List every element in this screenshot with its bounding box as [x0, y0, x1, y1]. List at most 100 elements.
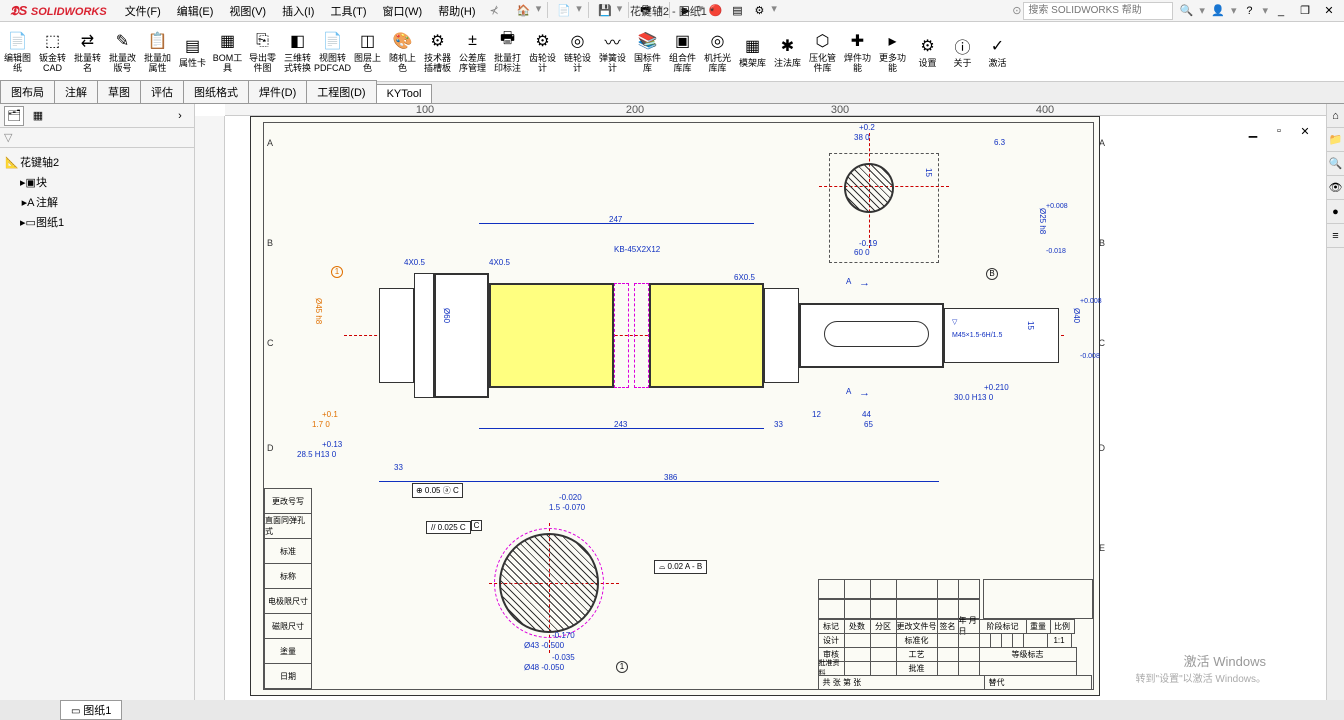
close-button[interactable]: ✕ [1318, 2, 1340, 20]
menu-view[interactable]: 视图(V) [221, 0, 274, 22]
menu-help[interactable]: 帮助(H) [430, 0, 483, 22]
taskpane-tab-appearance[interactable]: ● [1327, 200, 1344, 224]
ribbon-button[interactable]: 〰弹簧设计 [595, 22, 630, 81]
ribbon-button[interactable]: ⬚钣金转CAD [35, 22, 70, 81]
ribbon-button[interactable]: ⬡压化管件库 [805, 22, 840, 81]
ribbon-button[interactable]: ⇄批量转名 [70, 22, 105, 81]
mdi-max-icon[interactable]: ▫ [1268, 122, 1290, 140]
commandmanager-tab[interactable]: 注解 [54, 80, 98, 103]
save-icon[interactable]: 💾 [595, 2, 615, 20]
configurations-tab-icon[interactable]: ▦ [28, 106, 48, 126]
ribbon-button[interactable]: ▸更多功能 [875, 22, 910, 81]
ribbon-button[interactable]: ▤ 属性卡 [175, 22, 210, 81]
ribbon-button[interactable]: ⚙设置 [910, 22, 945, 81]
tree-root[interactable]: 📐 花键轴2 [4, 152, 190, 172]
menu-pin-icon[interactable]: ⊀ [490, 4, 499, 17]
drawing-icon: 📐 [4, 156, 20, 169]
zone-label: B [267, 238, 273, 248]
dimension: ▽ [952, 318, 957, 326]
settings-icon[interactable]: ⚙ [749, 2, 769, 20]
ribbon-button[interactable]: ▦模架库 [735, 22, 770, 81]
dimension: 1.5 -0.070 [549, 503, 585, 512]
commandmanager-tab[interactable]: 草图 [97, 80, 141, 103]
ribbon-button[interactable]: ▦BOM工具 [210, 22, 245, 81]
menu-edit[interactable]: 编辑(E) [169, 0, 222, 22]
rev-row: 电极限尺寸 [264, 588, 312, 614]
ribbon-label: 组合件库库 [667, 54, 698, 74]
ribbon-button[interactable]: ◫图层上色 [350, 22, 385, 81]
ribbon-button[interactable]: 📚国标件库 [630, 22, 665, 81]
ribbon-button[interactable]: ±公差库序管理 [455, 22, 490, 81]
ribbon-button[interactable]: ◎机托光库库 [700, 22, 735, 81]
ribbon-button[interactable]: ✎批量改版号 [105, 22, 140, 81]
search-go-icon[interactable]: 🔍 [1175, 2, 1197, 20]
drawing-canvas[interactable]: 100 200 300 400 ⤢ 🔍 ↶ ◐ ▭ 👁 ◯ ▁ ▫ ✕ [195, 104, 1326, 700]
menu-window[interactable]: 窗口(W) [375, 0, 431, 22]
dimension-line [379, 481, 939, 482]
menu-insert[interactable]: 插入(I) [274, 0, 322, 22]
ribbon-button[interactable]: ◧三维转式转换 [280, 22, 315, 81]
ribbon-button[interactable]: ⚙技术器插槽板 [420, 22, 455, 81]
ribbon-label: 国标件库 [632, 54, 663, 74]
ribbon-button[interactable]: 📋批量加属性 [140, 22, 175, 81]
mdi-min-icon[interactable]: ▁ [1242, 122, 1264, 140]
commandmanager-tab[interactable]: KYTool [376, 84, 433, 103]
ribbon-button[interactable]: ◎链轮设计 [560, 22, 595, 81]
filter-icon[interactable]: ▽ [4, 131, 12, 144]
menu-tools[interactable]: 工具(T) [322, 0, 374, 22]
taskpane-tab-view[interactable]: 👁 [1327, 176, 1344, 200]
dimension-tol: +0.008 [1046, 203, 1068, 210]
dimension-tol: -0.018 [1046, 248, 1066, 255]
taskpane-tab-custom[interactable]: ≡ [1327, 224, 1344, 248]
vertical-ruler [195, 116, 225, 700]
help-icon[interactable]: ? [1238, 2, 1260, 20]
shaft-segment-spline [649, 283, 764, 388]
ribbon-label: 机托光库库 [702, 54, 733, 74]
sheet-tab[interactable]: ▭ 图纸1 [60, 700, 122, 720]
ribbon-button[interactable]: ✓激活 [980, 22, 1015, 81]
menu-file[interactable]: 文件(F) [117, 0, 169, 22]
minimize-button[interactable]: _ [1270, 2, 1292, 20]
ribbon-button[interactable]: ⓘ关于 [945, 22, 980, 81]
mdi-close-icon[interactable]: ✕ [1294, 122, 1316, 140]
ribbon-icon: ▤ [181, 35, 205, 57]
commandmanager-tab[interactable]: 焊件(D) [248, 80, 307, 103]
commandmanager-tab[interactable]: 图布局 [0, 80, 55, 103]
new-icon[interactable]: 📄 [554, 2, 574, 20]
tree-sheet1[interactable]: ▸▭ 图纸1 [4, 212, 190, 232]
ribbon-icon: ▸ [881, 30, 905, 52]
ribbon-label: 属性卡 [179, 59, 206, 69]
ribbon-icon: 〰 [601, 30, 625, 52]
tree-blocks[interactable]: ▸▣ 块 [4, 172, 190, 192]
commandmanager-tab[interactable]: 工程图(D) [306, 80, 376, 103]
ribbon-icon: 📄 [321, 30, 345, 52]
windows-watermark-sub: 转到"设置"以激活 Windows。 [1136, 670, 1266, 685]
ribbon-button[interactable]: ✱注法库 [770, 22, 805, 81]
help-search-input[interactable] [1023, 2, 1173, 20]
panel-expand-icon[interactable]: › [170, 106, 190, 126]
dimension: 15 [924, 168, 933, 177]
taskpane-tab-resources[interactable]: ⌂ [1327, 104, 1344, 128]
command-ribbon: 📄编辑图纸⬚钣金转CAD⇄批量转名✎批量改版号📋批量加属性 ▤ 属性卡 ▦BOM工具⎘… [0, 22, 1344, 82]
user-icon[interactable]: 👤 [1207, 2, 1229, 20]
dimension: 30.0 H13 0 [954, 393, 993, 402]
dimension: 243 [614, 420, 627, 429]
taskpane-tab-explorer[interactable]: 🔍 [1327, 152, 1344, 176]
ribbon-button[interactable]: ▣组合件库库 [665, 22, 700, 81]
home-icon[interactable]: 🏠 [514, 2, 534, 20]
ribbon-button[interactable]: ✚焊件功能 [840, 22, 875, 81]
ribbon-button[interactable]: 📄视图转PDFCAD [315, 22, 350, 81]
ribbon-button[interactable]: ⎘导出零件图 [245, 22, 280, 81]
ribbon-button[interactable]: 🎨随机上色 [385, 22, 420, 81]
featuretree-tab-icon[interactable]: 🗂 [4, 106, 24, 126]
commandmanager-tab[interactable]: 评估 [140, 80, 184, 103]
commandmanager-tab[interactable]: 图纸格式 [183, 80, 249, 103]
options-icon[interactable]: ▤ [727, 2, 747, 20]
restore-button[interactable]: ❐ [1294, 2, 1316, 20]
ribbon-button[interactable]: 📄编辑图纸 [0, 22, 35, 81]
taskpane-tab-library[interactable]: 📁 [1327, 128, 1344, 152]
tree-annotations[interactable]: ▸A 注解 [4, 192, 190, 212]
ribbon-button[interactable]: ⚙齿轮设计 [525, 22, 560, 81]
dimension: 60 0 [854, 248, 870, 257]
ribbon-button[interactable]: 🖶批量打印标注 [490, 22, 525, 81]
